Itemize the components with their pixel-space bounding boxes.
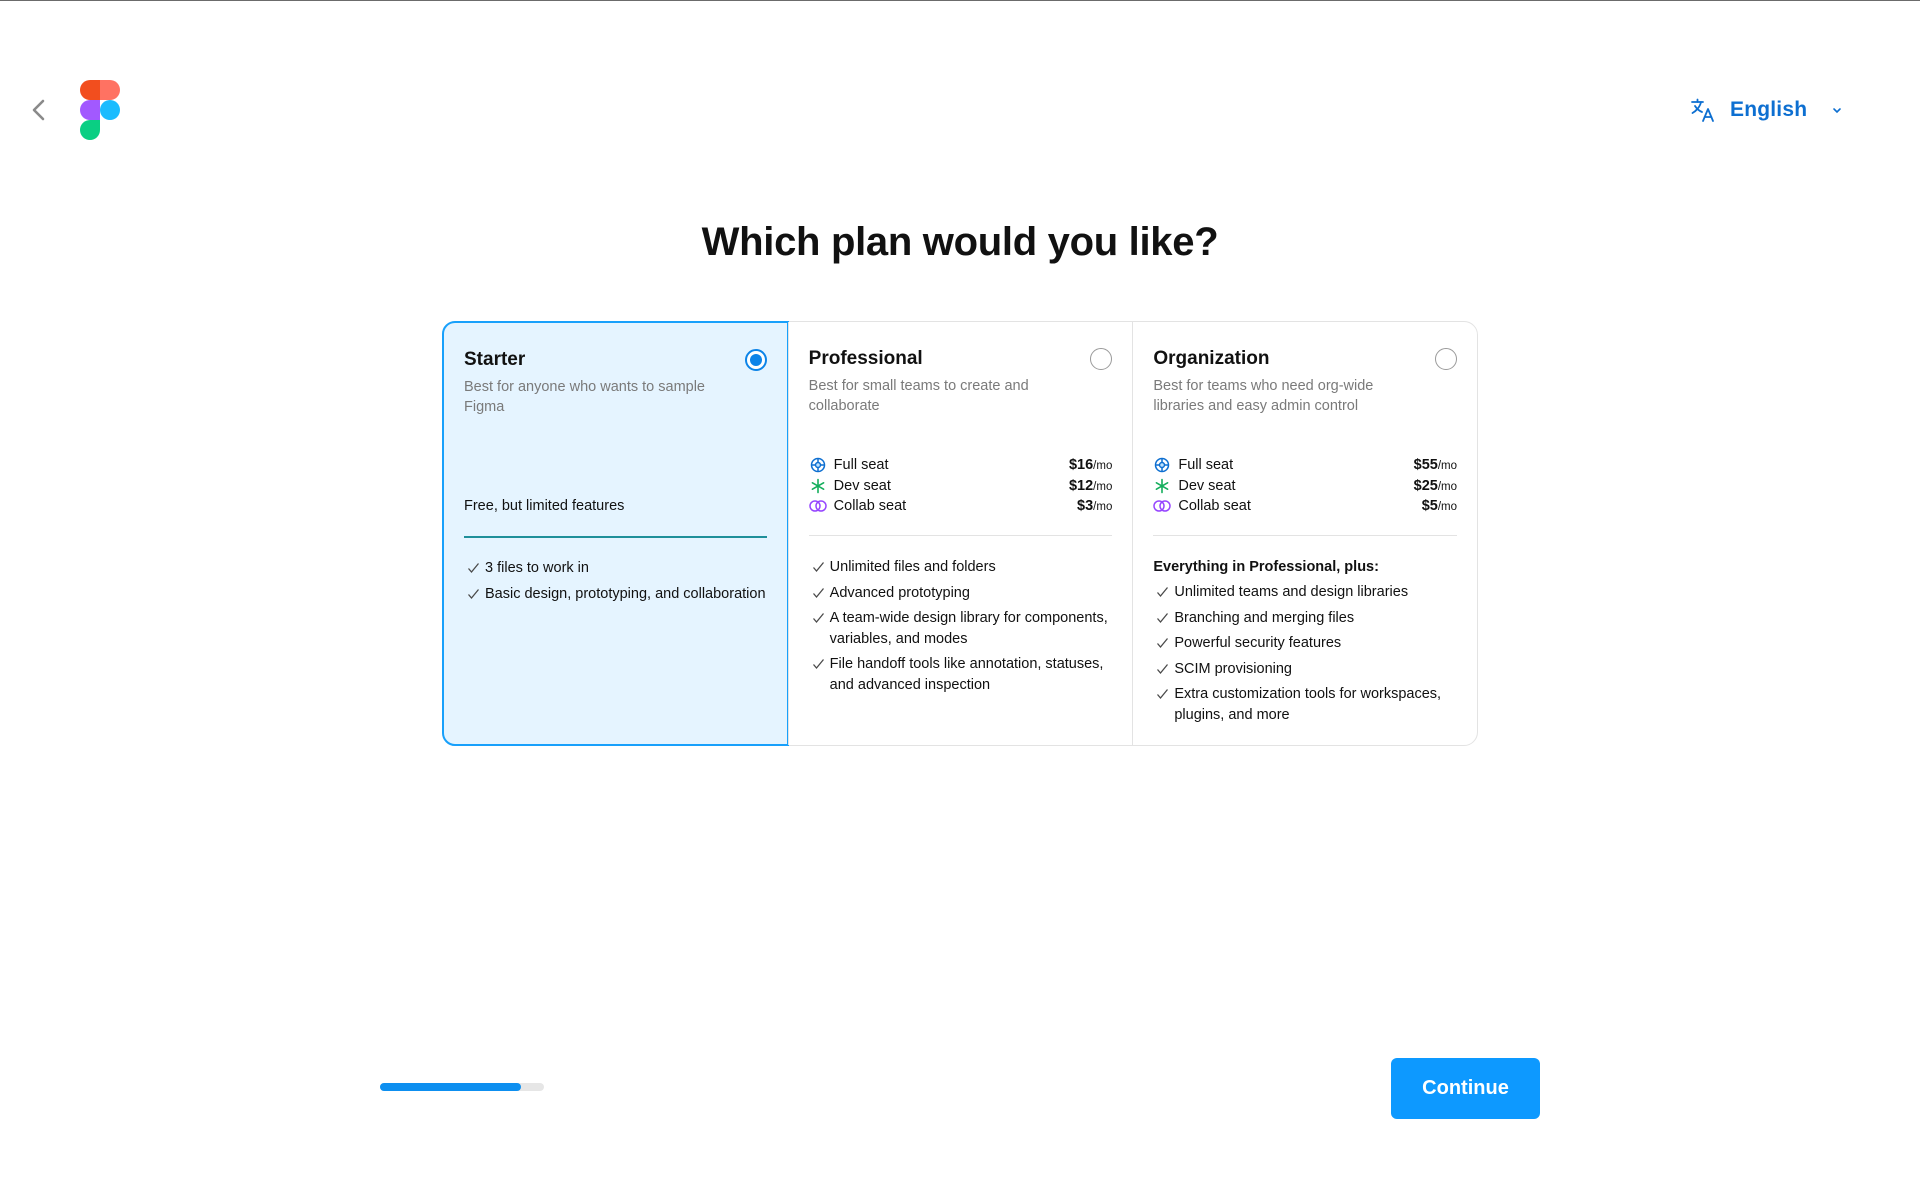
progress-bar: [380, 1083, 544, 1091]
progress-fill: [380, 1083, 522, 1091]
full-seat-icon: [809, 456, 827, 474]
plan-description: Best for anyone who wants to sample Figm…: [464, 379, 705, 415]
plan-card-professional[interactable]: Professional Best for small teams to cre…: [787, 322, 1133, 745]
feature-item: File handoff tools like annotation, stat…: [809, 654, 1123, 695]
check-icon: [812, 659, 824, 670]
feature-item: 3 files to work in: [464, 558, 777, 579]
check-icon: [468, 563, 480, 574]
page-title: Which plan would you like?: [701, 220, 1219, 264]
figma-logo: [80, 80, 120, 140]
chevron-left-icon: [32, 99, 45, 121]
check-icon: [1157, 689, 1169, 700]
seat-row: Dev seat $12/mo: [809, 476, 1112, 497]
dev-seat-icon: [1153, 477, 1171, 495]
language-selector[interactable]: English: [1690, 96, 1843, 124]
plan-name: Organization: [1153, 348, 1270, 369]
check-icon: [812, 587, 824, 598]
plan-card-starter[interactable]: Starter Best for anyone who wants to sam…: [442, 321, 789, 746]
feature-item: Advanced prototyping: [809, 583, 1123, 604]
dev-seat-icon: [809, 477, 827, 495]
plan-radio-starter[interactable]: [744, 349, 767, 371]
feature-list: Everything in Professional, plus: Unlimi…: [1153, 557, 1467, 730]
check-icon: [1157, 663, 1169, 674]
feature-item: Unlimited files and folders: [809, 557, 1123, 578]
feature-item: SCIM provisioning: [1153, 659, 1467, 680]
plan-description: Best for small teams to create and colla…: [808, 378, 1029, 414]
language-label: English: [1730, 98, 1808, 121]
check-icon: [1157, 638, 1169, 649]
collab-seat-icon: [808, 497, 827, 515]
check-icon: [812, 613, 824, 624]
plan-description: Best for teams who need org-wide librari…: [1153, 378, 1374, 414]
collab-seat-icon: [1153, 497, 1172, 515]
check-icon: [812, 562, 824, 573]
back-button[interactable]: [26, 96, 54, 124]
continue-button[interactable]: Continue: [1391, 1058, 1540, 1119]
feature-item: Branching and merging files: [1153, 608, 1467, 629]
seat-row: Collab seat $5/mo: [1153, 496, 1457, 517]
feature-list: Unlimited files and folders Advanced pro…: [809, 557, 1123, 700]
feature-item: Basic design, prototyping, and collabora…: [464, 584, 777, 605]
feature-item: Unlimited teams and design libraries: [1153, 582, 1467, 603]
feature-item: A team-wide design library for component…: [809, 608, 1123, 649]
feature-list: 3 files to work in Basic design, prototy…: [464, 558, 777, 609]
plan-note: Free, but limited features: [464, 498, 625, 514]
seat-row: Collab seat $3/mo: [808, 496, 1112, 517]
divider: [464, 536, 767, 538]
divider: [808, 535, 1113, 536]
plan-card-organization[interactable]: Organization Best for teams who need org…: [1132, 322, 1477, 745]
top-border: [0, 0, 1920, 1]
feature-item: Extra customization tools for workspaces…: [1153, 684, 1467, 725]
check-icon: [1157, 587, 1169, 598]
seat-pricing: Full seat $55/mo Dev seat $25/mo Collab …: [1153, 455, 1457, 517]
seat-pricing: Full seat $16/mo Dev seat $12/mo Collab …: [808, 455, 1112, 517]
plan-options: Starter Best for anyone who wants to sam…: [442, 321, 1478, 746]
full-seat-icon: [1153, 456, 1171, 474]
seat-row: Full seat $55/mo: [1153, 455, 1457, 476]
seat-row: Full seat $16/mo: [809, 455, 1112, 476]
plan-radio-organization[interactable]: [1435, 348, 1458, 370]
check-icon: [468, 588, 480, 599]
features-intro: Everything in Professional, plus:: [1153, 559, 1379, 575]
divider: [1153, 535, 1458, 536]
feature-item: Powerful security features: [1153, 633, 1467, 654]
seat-row: Dev seat $25/mo: [1153, 476, 1457, 497]
plan-name: Starter: [464, 349, 526, 370]
check-icon: [1157, 612, 1169, 623]
chevron-down-icon: [1833, 108, 1842, 114]
translate-icon: [1691, 98, 1714, 122]
plan-name: Professional: [808, 348, 923, 369]
